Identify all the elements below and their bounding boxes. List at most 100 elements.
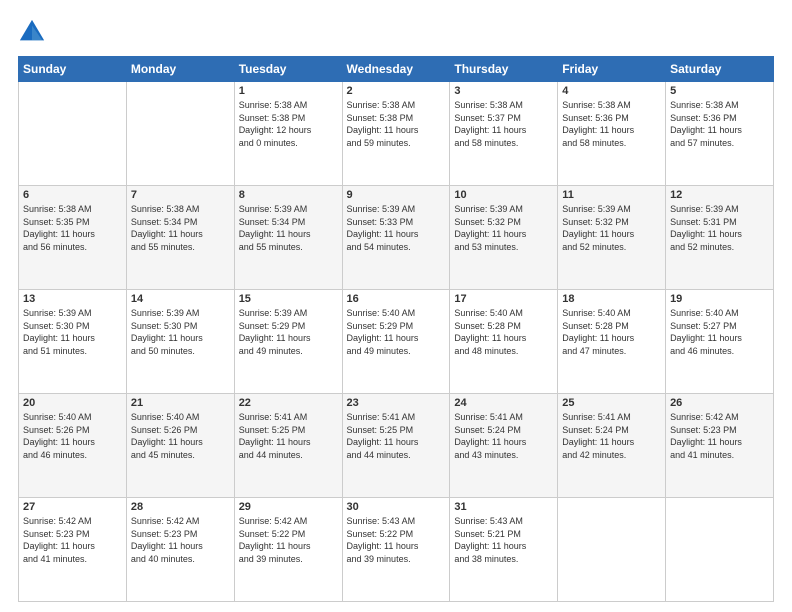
calendar-cell: 6 Sunrise: 5:38 AM Sunset: 5:35 PM Daylig… bbox=[19, 186, 127, 290]
day-number: 12 bbox=[670, 189, 769, 201]
calendar-cell: 8Sunrise: 5:39 AM Sunset: 5:34 PM Daylig… bbox=[234, 186, 342, 290]
day-info: Sunrise: 5:41 AM Sunset: 5:24 PM Dayligh… bbox=[454, 411, 553, 461]
day-info: Sunrise: 5:41 AM Sunset: 5:25 PM Dayligh… bbox=[239, 411, 338, 461]
day-number: 30 bbox=[347, 501, 446, 513]
day-info: Sunrise: 5:42 AM Sunset: 5:22 PM Dayligh… bbox=[239, 515, 338, 565]
day-info: Sunrise: 5:43 AM Sunset: 5:21 PM Dayligh… bbox=[454, 515, 553, 565]
day-number: 16 bbox=[347, 293, 446, 305]
calendar-cell: 31 Sunrise: 5:43 AM Sunset: 5:21 PM Dayli… bbox=[450, 498, 558, 602]
calendar-cell: 10 Sunrise: 5:39 AM Sunset: 5:32 PM Dayli… bbox=[450, 186, 558, 290]
calendar-week-row: 20Sunrise: 5:40 AM Sunset: 5:26 PM Dayli… bbox=[19, 394, 774, 498]
day-info: Sunrise: 5:38 AM Sunset: 5:38 PM Dayligh… bbox=[239, 99, 338, 149]
day-number: 2 bbox=[347, 85, 446, 97]
calendar-cell: 30 Sunrise: 5:43 AM Sunset: 5:22 PM Dayli… bbox=[342, 498, 450, 602]
calendar-cell: 29 Sunrise: 5:42 AM Sunset: 5:22 PM Dayli… bbox=[234, 498, 342, 602]
day-number: 14 bbox=[131, 293, 230, 305]
calendar-cell: 22 Sunrise: 5:41 AM Sunset: 5:25 PM Dayli… bbox=[234, 394, 342, 498]
day-number: 28 bbox=[131, 501, 230, 513]
day-number: 5 bbox=[670, 85, 769, 97]
calendar-cell: 5 Sunrise: 5:38 AM Sunset: 5:36 PM Daylig… bbox=[666, 82, 774, 186]
calendar-week-row: 27 Sunrise: 5:42 AM Sunset: 5:23 PM Dayli… bbox=[19, 498, 774, 602]
calendar-cell: 24Sunrise: 5:41 AM Sunset: 5:24 PM Dayli… bbox=[450, 394, 558, 498]
calendar-cell: 28 Sunrise: 5:42 AM Sunset: 5:23 PM Dayli… bbox=[126, 498, 234, 602]
weekday-header: Sunday bbox=[19, 57, 127, 82]
day-info: Sunrise: 5:38 AM Sunset: 5:36 PM Dayligh… bbox=[562, 99, 661, 149]
calendar-cell: 12 Sunrise: 5:39 AM Sunset: 5:31 PM Dayli… bbox=[666, 186, 774, 290]
day-number: 4 bbox=[562, 85, 661, 97]
calendar-cell: 20Sunrise: 5:40 AM Sunset: 5:26 PM Dayli… bbox=[19, 394, 127, 498]
day-info: Sunrise: 5:39 AM Sunset: 5:30 PM Dayligh… bbox=[131, 307, 230, 357]
day-number: 29 bbox=[239, 501, 338, 513]
calendar-cell: 15 Sunrise: 5:39 AM Sunset: 5:29 PM Dayli… bbox=[234, 290, 342, 394]
day-number: 11 bbox=[562, 189, 661, 201]
calendar-cell: 1 Sunrise: 5:38 AM Sunset: 5:38 PM Daylig… bbox=[234, 82, 342, 186]
day-info: Sunrise: 5:39 AM Sunset: 5:30 PM Dayligh… bbox=[23, 307, 122, 357]
day-info: Sunrise: 5:40 AM Sunset: 5:27 PM Dayligh… bbox=[670, 307, 769, 357]
day-info: Sunrise: 5:38 AM Sunset: 5:37 PM Dayligh… bbox=[454, 99, 553, 149]
day-number: 3 bbox=[454, 85, 553, 97]
calendar-week-row: 1 Sunrise: 5:38 AM Sunset: 5:38 PM Daylig… bbox=[19, 82, 774, 186]
day-info: Sunrise: 5:43 AM Sunset: 5:22 PM Dayligh… bbox=[347, 515, 446, 565]
calendar-cell bbox=[19, 82, 127, 186]
day-info: Sunrise: 5:41 AM Sunset: 5:24 PM Dayligh… bbox=[562, 411, 661, 461]
day-info: Sunrise: 5:42 AM Sunset: 5:23 PM Dayligh… bbox=[131, 515, 230, 565]
calendar-cell: 19 Sunrise: 5:40 AM Sunset: 5:27 PM Dayli… bbox=[666, 290, 774, 394]
weekday-header: Friday bbox=[558, 57, 666, 82]
day-info: Sunrise: 5:42 AM Sunset: 5:23 PM Dayligh… bbox=[23, 515, 122, 565]
calendar-cell: 16 Sunrise: 5:40 AM Sunset: 5:29 PM Dayli… bbox=[342, 290, 450, 394]
weekday-header: Saturday bbox=[666, 57, 774, 82]
day-number: 25 bbox=[562, 397, 661, 409]
weekday-header: Tuesday bbox=[234, 57, 342, 82]
day-info: Sunrise: 5:39 AM Sunset: 5:29 PM Dayligh… bbox=[239, 307, 338, 357]
day-info: Sunrise: 5:39 AM Sunset: 5:31 PM Dayligh… bbox=[670, 203, 769, 253]
day-number: 1 bbox=[239, 85, 338, 97]
day-info: Sunrise: 5:41 AM Sunset: 5:25 PM Dayligh… bbox=[347, 411, 446, 461]
day-number: 27 bbox=[23, 501, 122, 513]
day-info: Sunrise: 5:40 AM Sunset: 5:28 PM Dayligh… bbox=[562, 307, 661, 357]
day-number: 9 bbox=[347, 189, 446, 201]
calendar-cell: 21Sunrise: 5:40 AM Sunset: 5:26 PM Dayli… bbox=[126, 394, 234, 498]
calendar-cell: 3 Sunrise: 5:38 AM Sunset: 5:37 PM Daylig… bbox=[450, 82, 558, 186]
day-number: 6 bbox=[23, 189, 122, 201]
day-number: 22 bbox=[239, 397, 338, 409]
calendar-week-row: 13 Sunrise: 5:39 AM Sunset: 5:30 PM Dayli… bbox=[19, 290, 774, 394]
calendar-cell bbox=[558, 498, 666, 602]
day-number: 26 bbox=[670, 397, 769, 409]
calendar-cell: 13 Sunrise: 5:39 AM Sunset: 5:30 PM Dayli… bbox=[19, 290, 127, 394]
day-number: 7 bbox=[131, 189, 230, 201]
calendar-cell: 27 Sunrise: 5:42 AM Sunset: 5:23 PM Dayli… bbox=[19, 498, 127, 602]
page: SundayMondayTuesdayWednesdayThursdayFrid… bbox=[0, 0, 792, 612]
day-info: Sunrise: 5:40 AM Sunset: 5:26 PM Dayligh… bbox=[23, 411, 122, 461]
calendar-cell bbox=[666, 498, 774, 602]
calendar-cell: 2Sunrise: 5:38 AM Sunset: 5:38 PM Daylig… bbox=[342, 82, 450, 186]
calendar-cell bbox=[126, 82, 234, 186]
day-info: Sunrise: 5:38 AM Sunset: 5:34 PM Dayligh… bbox=[131, 203, 230, 253]
calendar-cell: 9 Sunrise: 5:39 AM Sunset: 5:33 PM Daylig… bbox=[342, 186, 450, 290]
day-number: 15 bbox=[239, 293, 338, 305]
day-number: 21 bbox=[131, 397, 230, 409]
day-number: 10 bbox=[454, 189, 553, 201]
day-info: Sunrise: 5:40 AM Sunset: 5:28 PM Dayligh… bbox=[454, 307, 553, 357]
day-number: 31 bbox=[454, 501, 553, 513]
day-number: 18 bbox=[562, 293, 661, 305]
calendar-table: SundayMondayTuesdayWednesdayThursdayFrid… bbox=[18, 56, 774, 602]
calendar-cell: 17Sunrise: 5:40 AM Sunset: 5:28 PM Dayli… bbox=[450, 290, 558, 394]
day-number: 23 bbox=[347, 397, 446, 409]
day-info: Sunrise: 5:40 AM Sunset: 5:29 PM Dayligh… bbox=[347, 307, 446, 357]
calendar-header-row: SundayMondayTuesdayWednesdayThursdayFrid… bbox=[19, 57, 774, 82]
day-info: Sunrise: 5:39 AM Sunset: 5:32 PM Dayligh… bbox=[454, 203, 553, 253]
day-number: 13 bbox=[23, 293, 122, 305]
weekday-header: Monday bbox=[126, 57, 234, 82]
calendar-cell: 4 Sunrise: 5:38 AM Sunset: 5:36 PM Daylig… bbox=[558, 82, 666, 186]
calendar-week-row: 6 Sunrise: 5:38 AM Sunset: 5:35 PM Daylig… bbox=[19, 186, 774, 290]
calendar-cell: 18 Sunrise: 5:40 AM Sunset: 5:28 PM Dayli… bbox=[558, 290, 666, 394]
day-number: 8 bbox=[239, 189, 338, 201]
day-number: 19 bbox=[670, 293, 769, 305]
calendar-cell: 7 Sunrise: 5:38 AM Sunset: 5:34 PM Daylig… bbox=[126, 186, 234, 290]
day-info: Sunrise: 5:42 AM Sunset: 5:23 PM Dayligh… bbox=[670, 411, 769, 461]
day-info: Sunrise: 5:38 AM Sunset: 5:35 PM Dayligh… bbox=[23, 203, 122, 253]
day-info: Sunrise: 5:38 AM Sunset: 5:36 PM Dayligh… bbox=[670, 99, 769, 149]
weekday-header: Wednesday bbox=[342, 57, 450, 82]
header bbox=[18, 18, 774, 46]
day-info: Sunrise: 5:39 AM Sunset: 5:33 PM Dayligh… bbox=[347, 203, 446, 253]
